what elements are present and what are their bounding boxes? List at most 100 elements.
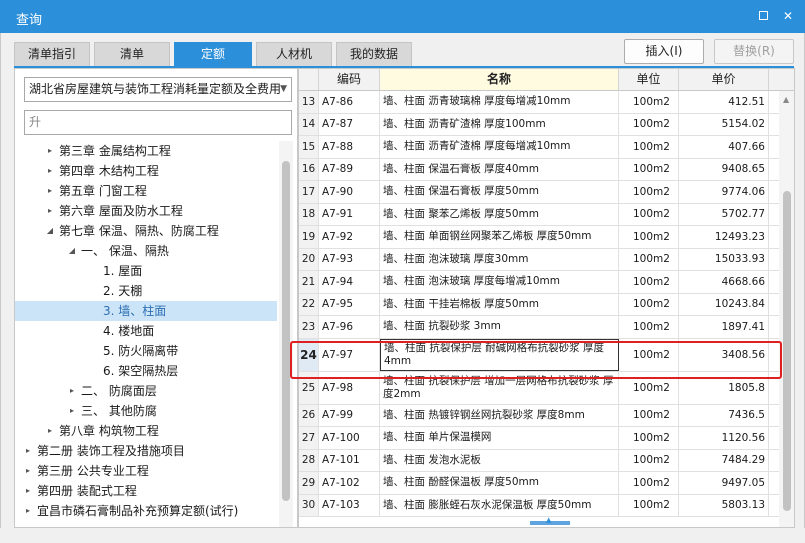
- tree-item[interactable]: ◢ 一、 保温、隔热: [15, 241, 277, 261]
- expand-arrow-icon[interactable]: ▸: [45, 161, 55, 181]
- expand-arrow-icon[interactable]: ▸: [45, 201, 55, 221]
- tree-item[interactable]: 2. 天棚: [15, 281, 277, 301]
- code-cell[interactable]: A7-86: [319, 91, 380, 113]
- table-row[interactable]: 13 A7-86 墙、柱面 沥青玻璃棉 厚度每增减10mm 100m2 412.51: [299, 91, 779, 114]
- table-row[interactable]: 21 A7-94 墙、柱面 泡沫玻璃 厚度每增减10mm 100m2 4668.66: [299, 271, 779, 294]
- unit-cell[interactable]: 100m2: [619, 136, 679, 158]
- tree-item[interactable]: 1. 屋面: [15, 261, 277, 281]
- table-row[interactable]: 25 A7-98 墙、柱面 抗裂保护层 增加一层网格布抗裂砂浆 厚度2mm 100m2…: [299, 371, 779, 405]
- table-row[interactable]: 28 A7-101 墙、柱面 发泡水泥板 100m2 7484.29: [299, 449, 779, 472]
- expand-arrow-icon[interactable]: ▸: [23, 461, 33, 481]
- expand-arrow-icon[interactable]: ▸: [45, 181, 55, 201]
- name-cell[interactable]: 墙、柱面 泡沫玻璃 厚度30mm: [380, 248, 619, 270]
- row-number-cell[interactable]: 29: [299, 472, 319, 494]
- name-cell[interactable]: 墙、柱面 单面钢丝网聚苯乙烯板 厚度50mm: [380, 226, 619, 248]
- tree-item[interactable]: ▸ 第三章 金属结构工程: [15, 141, 277, 161]
- price-cell[interactable]: 15033.93: [679, 248, 769, 270]
- code-cell[interactable]: A7-96: [319, 316, 380, 338]
- price-cell[interactable]: 7484.29: [679, 449, 769, 471]
- price-cell[interactable]: 1805.8: [679, 371, 769, 404]
- unit-cell[interactable]: 100m2: [619, 449, 679, 471]
- name-cell[interactable]: 墙、柱面 沥青矿渣棉 厚度100mm: [380, 113, 619, 135]
- name-cell[interactable]: 墙、柱面 沥青玻璃棉 厚度每增减10mm: [380, 91, 619, 113]
- quota-library-select[interactable]: 湖北省房屋建筑与装饰工程消耗量定额及全费用 ▼: [24, 77, 292, 102]
- chevron-down-icon[interactable]: ▼: [280, 78, 287, 101]
- row-number-cell[interactable]: 19: [299, 226, 319, 248]
- expand-arrow-icon[interactable]: ▸: [67, 381, 77, 401]
- expand-arrow-icon[interactable]: ▸: [23, 441, 33, 461]
- close-button[interactable]: ✕: [780, 8, 796, 24]
- tree-item[interactable]: 6. 架空隔热层: [15, 361, 277, 381]
- code-cell[interactable]: A7-94: [319, 271, 380, 293]
- header-name[interactable]: 名称: [380, 69, 619, 91]
- name-cell[interactable]: 墙、柱面 保温石膏板 厚度40mm: [380, 158, 619, 180]
- tree-item[interactable]: ▸ 二、 防腐面层: [15, 381, 277, 401]
- tree-item[interactable]: ▸ 第八章 构筑物工程: [15, 421, 277, 441]
- unit-cell[interactable]: 100m2: [619, 203, 679, 225]
- unit-cell[interactable]: 100m2: [619, 293, 679, 315]
- table-row[interactable]: 24 A7-97 墙、柱面 抗裂保护层 耐碱网格布抗裂砂浆 厚度4mm 100m2 34…: [299, 338, 779, 372]
- table-row[interactable]: 14 A7-87 墙、柱面 沥青矿渣棉 厚度100mm 100m2 5154.02: [299, 113, 779, 136]
- row-number-cell[interactable]: 18: [299, 203, 319, 225]
- tree-item[interactable]: 5. 防火隔离带: [15, 341, 277, 361]
- insert-button[interactable]: 插入(I): [624, 39, 704, 64]
- name-cell[interactable]: 墙、柱面 发泡水泥板: [380, 449, 619, 471]
- unit-cell[interactable]: 100m2: [619, 494, 679, 516]
- tab-quota[interactable]: 定额: [174, 42, 252, 66]
- table-row[interactable]: 29 A7-102 墙、柱面 酚醛保温板 厚度50mm 100m2 9497.05: [299, 472, 779, 495]
- table-row[interactable]: 15 A7-88 墙、柱面 沥青矿渣棉 厚度每增减10mm 100m2 407.66: [299, 136, 779, 159]
- maximize-button[interactable]: [755, 8, 771, 24]
- row-number-cell[interactable]: 26: [299, 404, 319, 426]
- name-cell[interactable]: 墙、柱面 抗裂砂浆 3mm: [380, 316, 619, 338]
- header-code[interactable]: 编码: [319, 69, 380, 91]
- name-cell[interactable]: 墙、柱面 抗裂保护层 耐碱网格布抗裂砂浆 厚度4mm: [380, 338, 619, 371]
- tree-item[interactable]: 4. 楼地面: [15, 321, 277, 341]
- code-cell[interactable]: A7-102: [319, 472, 380, 494]
- row-number-cell[interactable]: 23: [299, 316, 319, 338]
- expand-arrow-icon[interactable]: ▸: [67, 401, 77, 421]
- name-cell[interactable]: 墙、柱面 沥青矿渣棉 厚度每增减10mm: [380, 136, 619, 158]
- unit-cell[interactable]: 100m2: [619, 371, 679, 404]
- code-cell[interactable]: A7-95: [319, 293, 380, 315]
- unit-cell[interactable]: 100m2: [619, 158, 679, 180]
- name-cell[interactable]: 墙、柱面 酚醛保温板 厚度50mm: [380, 472, 619, 494]
- panel-splitter[interactable]: ▲: [530, 516, 570, 526]
- tree-item[interactable]: ▸ 第三册 公共专业工程: [15, 461, 277, 481]
- header-unit[interactable]: 单位: [619, 69, 679, 91]
- price-cell[interactable]: 4668.66: [679, 271, 769, 293]
- tab-labor-material-machine[interactable]: 人材机: [256, 42, 332, 66]
- collapse-arrow-icon[interactable]: ◢: [45, 221, 55, 241]
- tree-scrollbar-thumb[interactable]: [282, 161, 290, 501]
- code-cell[interactable]: A7-97: [319, 338, 380, 371]
- header-price[interactable]: 单价: [679, 69, 769, 91]
- tree-item[interactable]: ▸ 第六章 屋面及防水工程: [15, 201, 277, 221]
- code-cell[interactable]: A7-92: [319, 226, 380, 248]
- unit-cell[interactable]: 100m2: [619, 316, 679, 338]
- row-number-cell[interactable]: 28: [299, 449, 319, 471]
- row-number-cell[interactable]: 22: [299, 293, 319, 315]
- row-number-cell[interactable]: 17: [299, 181, 319, 203]
- price-cell[interactable]: 1897.41: [679, 316, 769, 338]
- row-number-cell[interactable]: 21: [299, 271, 319, 293]
- tree-item[interactable]: ▸ 第四册 装配式工程: [15, 481, 277, 501]
- unit-cell[interactable]: 100m2: [619, 338, 679, 371]
- tree-item[interactable]: ▸ 宜昌市磷石膏制品补充预算定额(试行): [15, 501, 277, 521]
- table-row[interactable]: 22 A7-95 墙、柱面 干挂岩棉板 厚度50mm 100m2 10243.84: [299, 293, 779, 316]
- tree-item[interactable]: ◢ 第七章 保温、隔热、防腐工程: [15, 221, 277, 241]
- expand-arrow-icon[interactable]: ▸: [45, 141, 55, 161]
- price-cell[interactable]: 3408.56: [679, 338, 769, 371]
- unit-cell[interactable]: 100m2: [619, 181, 679, 203]
- table-row[interactable]: 30 A7-103 墙、柱面 膨胀蛭石灰水泥保温板 厚度50mm 100m2 5803.…: [299, 494, 779, 517]
- price-cell[interactable]: 5702.77: [679, 203, 769, 225]
- table-row[interactable]: 18 A7-91 墙、柱面 聚苯乙烯板 厚度50mm 100m2 5702.77: [299, 203, 779, 226]
- name-cell[interactable]: 墙、柱面 抗裂保护层 增加一层网格布抗裂砂浆 厚度2mm: [380, 371, 619, 404]
- tree-item[interactable]: ▸ 第二册 装饰工程及措施项目: [15, 441, 277, 461]
- price-cell[interactable]: 9774.06: [679, 181, 769, 203]
- price-cell[interactable]: 5803.13: [679, 494, 769, 516]
- tab-bill[interactable]: 清单: [94, 42, 170, 66]
- tree-scrollbar[interactable]: [279, 141, 293, 527]
- name-cell[interactable]: 墙、柱面 泡沫玻璃 厚度每增减10mm: [380, 271, 619, 293]
- unit-cell[interactable]: 100m2: [619, 226, 679, 248]
- unit-cell[interactable]: 100m2: [619, 271, 679, 293]
- table-row[interactable]: 19 A7-92 墙、柱面 单面钢丝网聚苯乙烯板 厚度50mm 100m2 12493.…: [299, 226, 779, 249]
